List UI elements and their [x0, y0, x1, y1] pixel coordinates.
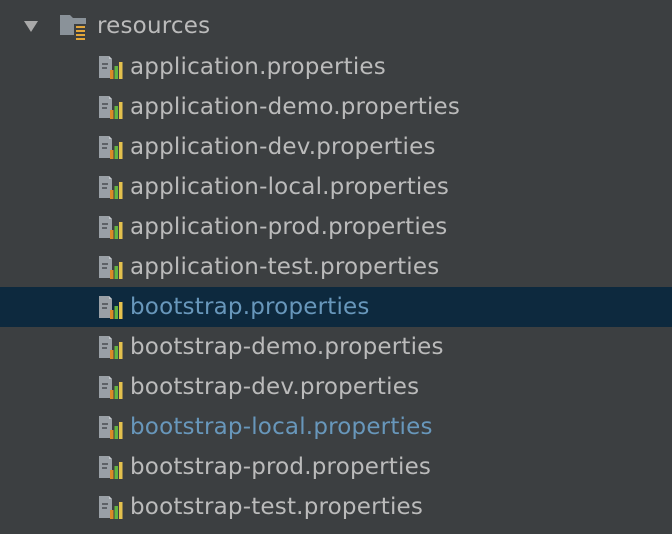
properties-file-icon: [97, 94, 123, 120]
tree-file-label: bootstrap-demo.properties: [130, 334, 444, 360]
properties-file-icon: [97, 334, 123, 360]
tree-file-item[interactable]: bootstrap-local.properties: [0, 407, 672, 447]
tree-file-label: bootstrap-local.properties: [130, 414, 433, 440]
project-tree: resources application.properties applicat…: [0, 0, 672, 534]
tree-file-item[interactable]: bootstrap-prod.properties: [0, 447, 672, 487]
tree-file-label: application-test.properties: [130, 254, 440, 280]
tree-file-label: bootstrap-prod.properties: [130, 454, 432, 480]
tree-file-label: application-local.properties: [130, 174, 450, 200]
tree-file-item[interactable]: application-dev.properties: [0, 127, 672, 167]
tree-file-item[interactable]: application-demo.properties: [0, 87, 672, 127]
tree-file-item[interactable]: bootstrap-demo.properties: [0, 327, 672, 367]
tree-file-item[interactable]: application-prod.properties: [0, 207, 672, 247]
tree-file-item[interactable]: bootstrap.properties: [0, 287, 672, 327]
tree-file-label: bootstrap-dev.properties: [130, 374, 420, 400]
tree-file-label: application-demo.properties: [130, 94, 461, 120]
properties-file-icon: [97, 294, 123, 320]
tree-file-item[interactable]: bootstrap-test.properties: [0, 487, 672, 527]
tree-file-item[interactable]: application.properties: [0, 47, 672, 87]
resources-folder-icon: [58, 11, 92, 41]
properties-file-icon: [97, 494, 123, 520]
tree-file-label: application-prod.properties: [130, 214, 448, 240]
properties-file-icon: [97, 414, 123, 440]
properties-file-icon: [97, 254, 123, 280]
tree-file-item[interactable]: application-test.properties: [0, 247, 672, 287]
properties-file-icon: [97, 214, 123, 240]
tree-folder-resources[interactable]: resources: [0, 6, 672, 46]
properties-file-icon: [97, 374, 123, 400]
properties-file-icon: [97, 134, 123, 160]
tree-file-item[interactable]: bootstrap-dev.properties: [0, 367, 672, 407]
properties-file-icon: [97, 174, 123, 200]
tree-file-item[interactable]: application-local.properties: [0, 167, 672, 207]
folder-label: resources: [97, 13, 211, 39]
properties-file-icon: [97, 54, 123, 80]
tree-file-label: bootstrap.properties: [130, 294, 370, 320]
properties-file-icon: [97, 454, 123, 480]
tree-file-label: application-dev.properties: [130, 134, 436, 160]
tree-file-label: application.properties: [130, 54, 386, 80]
triangle-down-icon[interactable]: [22, 16, 40, 36]
tree-file-label: bootstrap-test.properties: [130, 494, 424, 520]
